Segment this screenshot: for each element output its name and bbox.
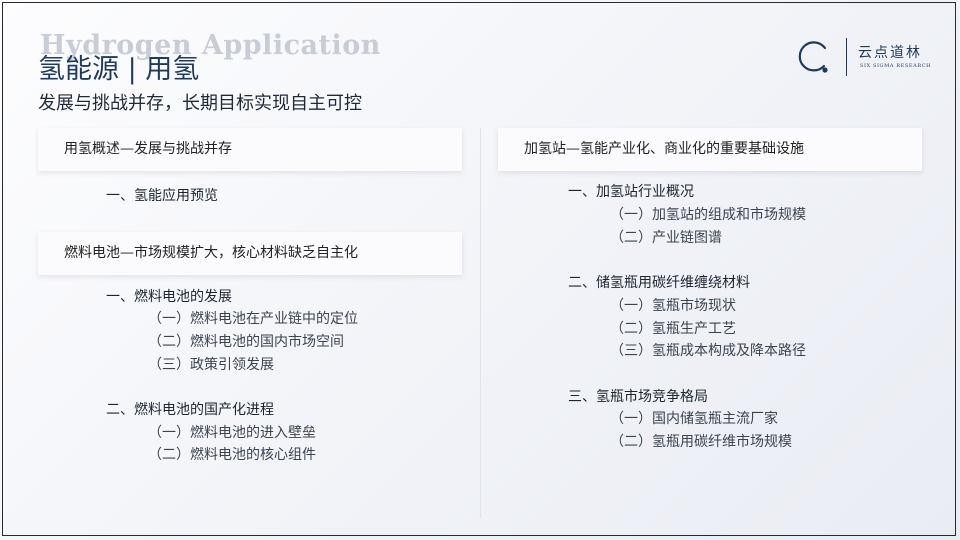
outline-heading[interactable]: 一、氢能应用预览 xyxy=(106,185,218,205)
outline-subitem[interactable]: （三）政策引领发展 xyxy=(148,354,274,374)
outline-subitem[interactable]: （二）氢瓶用碳纤维市场规模 xyxy=(610,431,792,451)
brand-logo: 云点道林 SIX SIGMA RESEARCH xyxy=(796,38,931,78)
outline-subitem[interactable]: （二）产业链图谱 xyxy=(610,227,722,247)
logo-ring-icon xyxy=(798,41,828,73)
section-header-hydrogen-station[interactable]: 加氢站—氢能产业化、商业化的重要基础设施 xyxy=(498,128,922,171)
outline-subitem[interactable]: （一）燃料电池在产业链中的定位 xyxy=(148,308,358,328)
outline-heading[interactable]: 三、氢瓶市场竞争格局 xyxy=(568,386,708,406)
section-header-hydrogen-overview[interactable]: 用氢概述—发展与挑战并存 xyxy=(38,128,462,171)
outline-subitem[interactable]: （二）氢瓶生产工艺 xyxy=(610,318,736,338)
outline-subitem[interactable]: （二）燃料电池的国内市场空间 xyxy=(148,331,344,351)
outline-heading[interactable]: 一、加氢站行业概况 xyxy=(568,181,694,201)
page-title: 氢能源 | 用氢 xyxy=(38,54,200,85)
outline-subitem[interactable]: （一）燃料电池的进入壁垒 xyxy=(148,422,316,442)
outline-subitem[interactable]: （一）氢瓶市场现状 xyxy=(610,295,736,315)
outline-subitem[interactable]: （二）燃料电池的核心组件 xyxy=(148,444,316,464)
outline-subitem[interactable]: （一）国内储氢瓶主流厂家 xyxy=(610,408,778,428)
outline-subitem[interactable]: （一）加氢站的组成和市场规模 xyxy=(610,204,806,224)
column-divider xyxy=(480,128,481,518)
logo-name-cn: 云点道林 xyxy=(858,45,922,61)
logo-name-en: SIX SIGMA RESEARCH xyxy=(860,63,932,69)
outline-heading[interactable]: 一、燃料电池的发展 xyxy=(106,286,232,306)
page-subtitle: 发展与挑战并存，长期目标实现自主可控 xyxy=(38,93,362,114)
section-header-fuel-cell[interactable]: 燃料电池—市场规模扩大，核心材料缺乏自主化 xyxy=(38,232,462,275)
outline-heading[interactable]: 二、燃料电池的国产化进程 xyxy=(106,399,274,419)
outline-subitem[interactable]: （三）氢瓶成本构成及降本路径 xyxy=(610,340,806,360)
logo-divider xyxy=(846,38,847,76)
outline-heading[interactable]: 二、储氢瓶用碳纤维缠绕材料 xyxy=(568,272,750,292)
